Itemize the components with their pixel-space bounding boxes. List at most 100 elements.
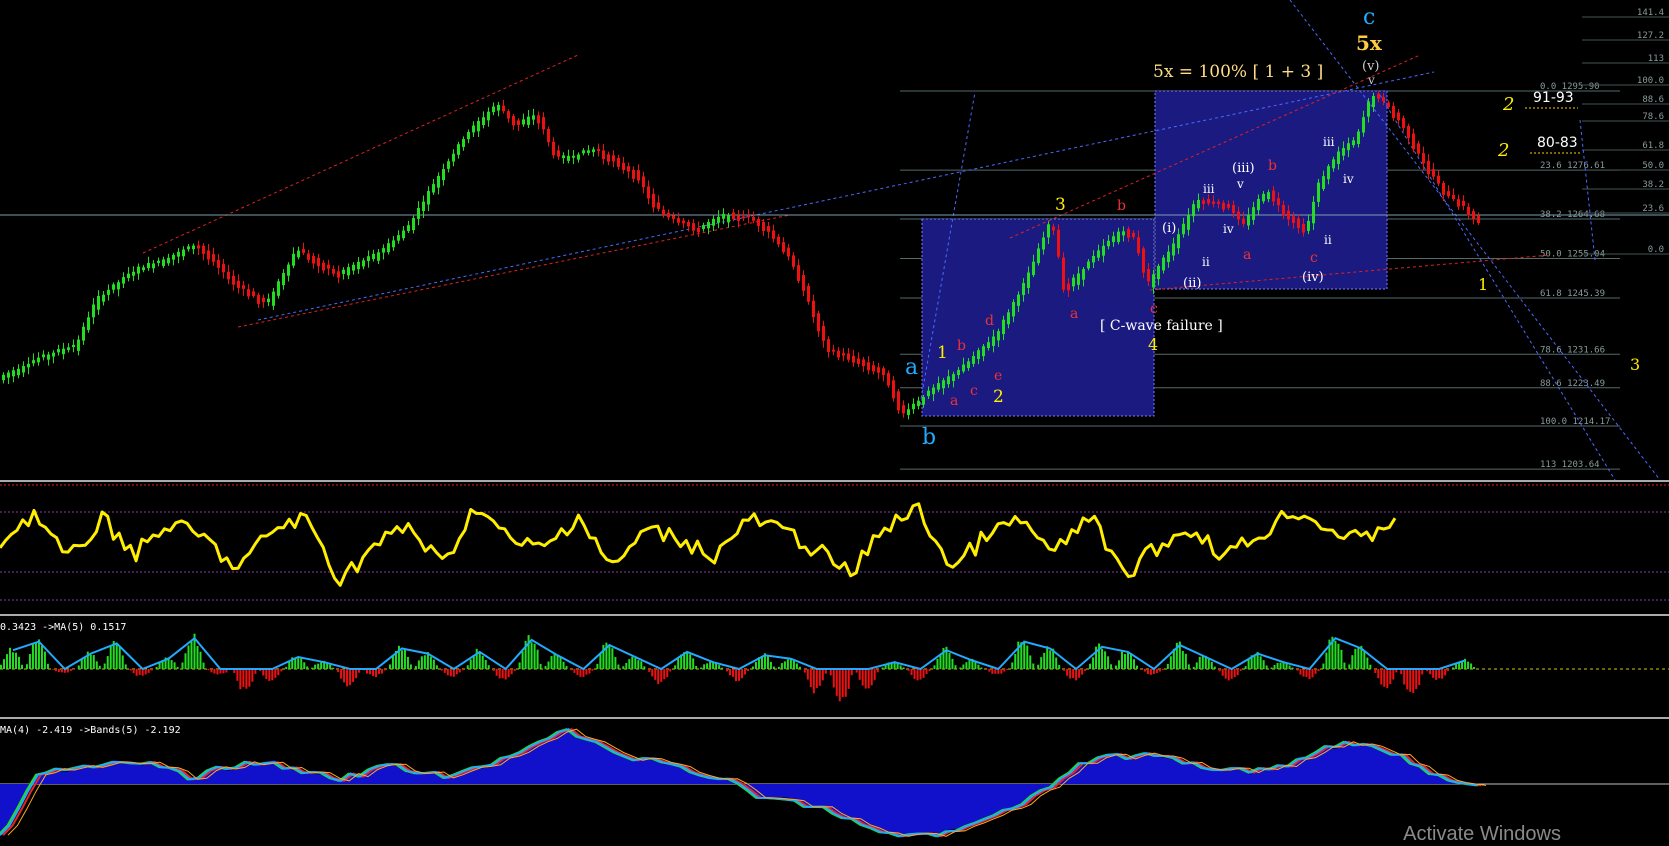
candle-body <box>147 263 150 269</box>
candle-body <box>1047 224 1050 238</box>
candle-body <box>242 285 245 289</box>
candle-body <box>1202 200 1205 205</box>
candle-body <box>47 354 50 360</box>
histogram-bar <box>147 669 150 673</box>
histogram-bar <box>216 669 219 675</box>
candle-body <box>172 254 175 260</box>
candle-body <box>532 115 535 120</box>
candle-body <box>97 295 100 310</box>
histogram-bar <box>588 669 591 674</box>
histogram-bar <box>553 653 556 669</box>
label-iv-b: iv <box>1343 172 1354 186</box>
histogram-bar <box>858 669 861 680</box>
histogram-bar <box>124 664 127 669</box>
candle-body <box>32 360 35 364</box>
label-wave2: 2 <box>993 387 1004 407</box>
histogram-bar <box>812 669 815 694</box>
histogram-bar <box>297 658 300 669</box>
histogram-bar <box>1066 669 1069 676</box>
histogram-bars <box>0 633 1476 702</box>
histogram-bar <box>196 646 199 669</box>
candle-body <box>157 260 160 263</box>
histogram-bar <box>1259 656 1262 669</box>
histogram-bar <box>611 648 614 669</box>
candle-body <box>27 363 30 368</box>
histogram-bar <box>34 642 37 669</box>
candle-body <box>1357 131 1360 144</box>
candle-body <box>687 221 690 227</box>
candle-body <box>552 141 555 156</box>
histogram-bar <box>919 669 922 680</box>
candle-body <box>1292 216 1295 223</box>
candle-body <box>1117 231 1120 242</box>
candle-body <box>37 357 40 363</box>
histogram-bar <box>381 669 384 674</box>
histogram-bar <box>570 669 573 671</box>
candle-body <box>102 294 105 302</box>
candle-body <box>917 400 920 407</box>
histogram-bar <box>518 662 521 669</box>
candle-body <box>1447 191 1450 197</box>
formula-text: 5x = 100% [ 1 + 3 ] <box>1153 62 1323 82</box>
candle-body <box>257 294 260 304</box>
candle-body <box>832 349 835 352</box>
candle-body <box>657 202 660 209</box>
candle-body <box>1297 218 1300 228</box>
candle-body <box>1417 143 1420 154</box>
histogram-bar <box>718 665 721 669</box>
histogram-bar <box>1135 665 1138 669</box>
histogram-bar <box>1227 669 1230 681</box>
candle-body <box>1382 97 1385 102</box>
scale-label: 141.4 <box>1637 8 1664 18</box>
candle-body <box>567 155 570 161</box>
histogram-bar <box>832 669 835 688</box>
candle-body <box>1097 250 1100 258</box>
histogram-bar <box>95 661 98 669</box>
histogram-bar <box>1392 669 1395 680</box>
candle-body <box>1387 102 1390 107</box>
label-c-top: c <box>1363 5 1375 30</box>
histogram-bar <box>954 665 957 669</box>
label-v-b: v <box>1236 177 1244 191</box>
price-panel: 0.0 1295.9023.6 1276.6138.2 1264.6850.0 … <box>0 0 1669 481</box>
candle-body <box>1307 220 1310 231</box>
histogram-bar <box>1447 669 1450 672</box>
histogram-bar <box>1380 669 1383 685</box>
scale-label: 23.6 <box>1642 204 1664 214</box>
candle-body <box>1397 112 1400 121</box>
candle-body <box>992 336 995 346</box>
histogram-bar <box>1072 669 1075 679</box>
histogram-bar <box>1386 669 1389 689</box>
candle-body <box>377 252 380 261</box>
histogram-bar <box>314 664 317 669</box>
histogram-bar <box>51 669 54 670</box>
histogram-bar <box>72 669 75 670</box>
candle-body <box>1182 223 1185 235</box>
histogram-bar <box>1023 642 1026 669</box>
histogram-bar <box>907 669 910 671</box>
histogram-bar <box>1114 665 1117 669</box>
candle-body <box>467 132 470 140</box>
histogram-bar <box>375 669 378 678</box>
histogram-bar <box>1406 669 1409 690</box>
candle-body <box>1217 201 1220 204</box>
candle-body <box>7 372 10 378</box>
histogram-bar <box>1340 649 1343 669</box>
histogram-bar <box>155 666 158 669</box>
histogram-bar <box>1063 669 1066 671</box>
histogram-bar <box>1374 669 1377 674</box>
histogram-bar <box>1383 669 1386 687</box>
histogram-bar <box>1195 662 1198 669</box>
candle-body <box>122 277 125 284</box>
label-target-1: 1 <box>1478 275 1488 294</box>
candle-body <box>522 119 525 125</box>
histogram-bar <box>1314 669 1317 674</box>
histogram-bar <box>458 669 461 673</box>
fib-label: 113 1203.64 <box>1540 460 1600 470</box>
candle-body <box>312 256 315 264</box>
histogram-bar <box>754 662 757 669</box>
candle-body <box>697 228 700 233</box>
candle-body <box>1132 232 1135 238</box>
candle-body <box>432 184 435 193</box>
candle-body <box>1422 153 1425 164</box>
